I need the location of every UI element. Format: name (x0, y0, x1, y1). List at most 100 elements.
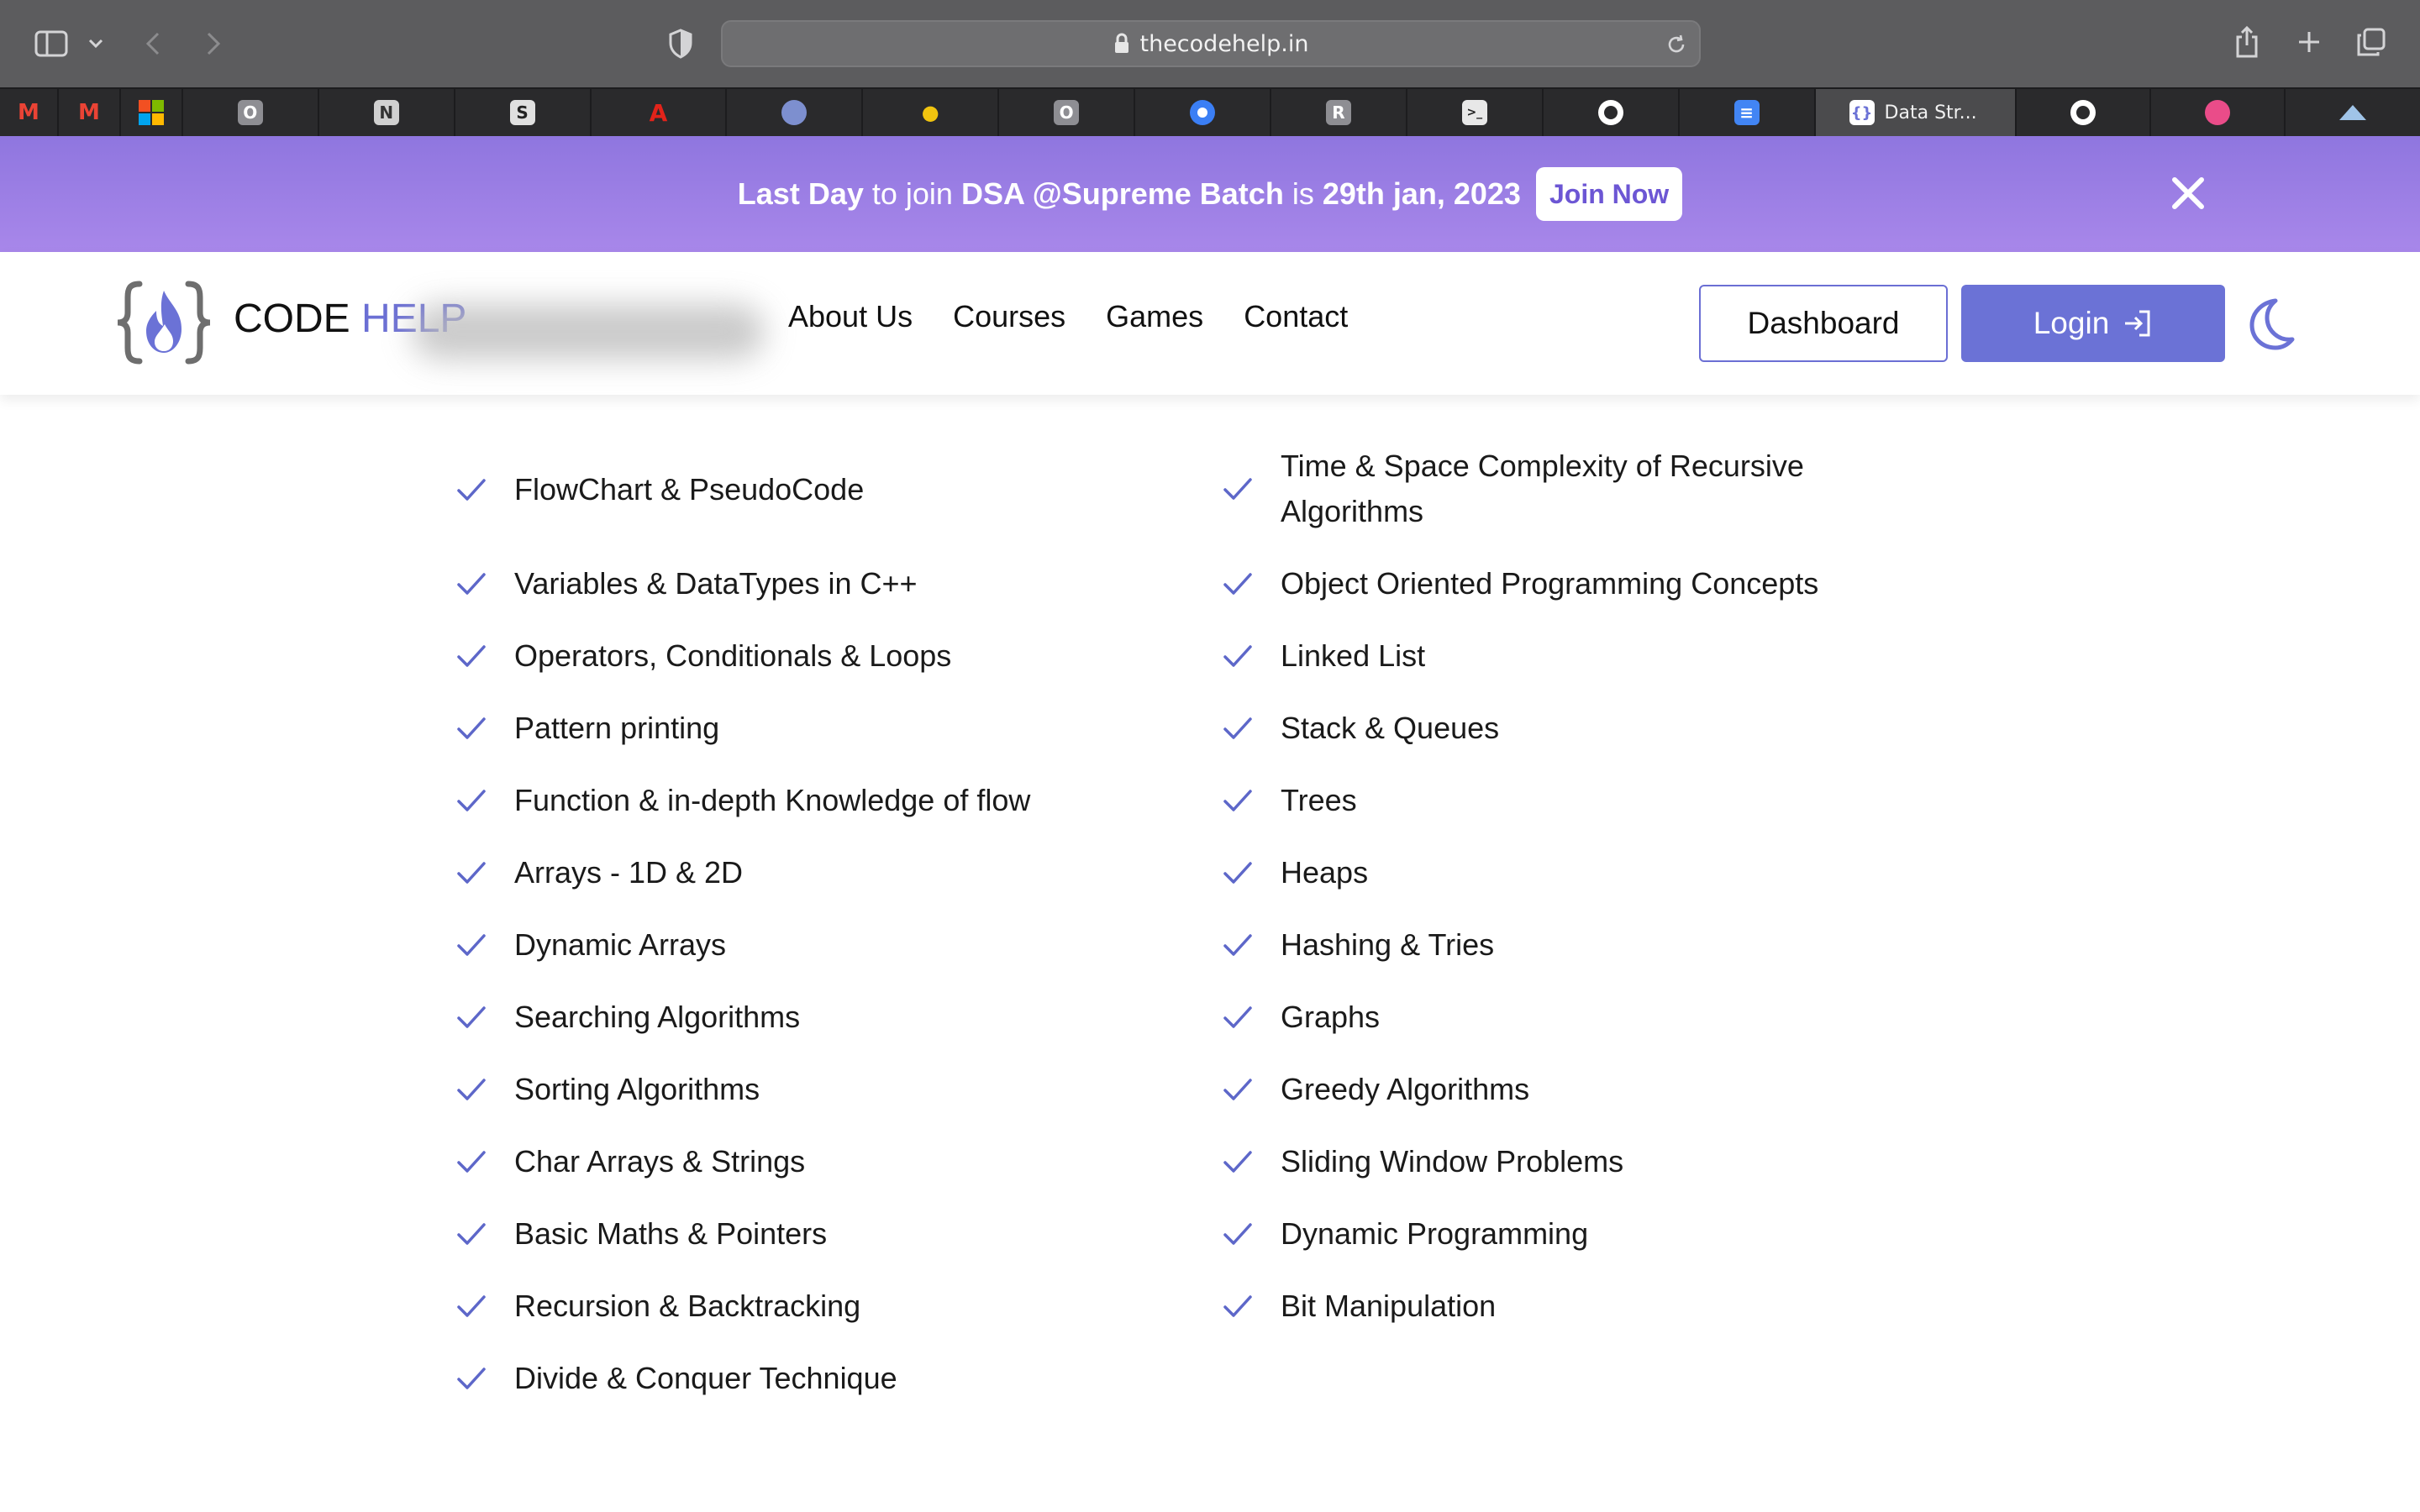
list-item-label: Arrays - 1D & 2D (514, 855, 744, 890)
tab-strip: M M O N S A ● O R >_ ≡ {} Data Str... (0, 87, 2420, 136)
lock-icon (1114, 33, 1128, 53)
tab-9[interactable]: ● (863, 89, 1000, 136)
tab-active-codehelp[interactable]: {} Data Str... (1815, 89, 2018, 136)
list-item: Heaps (1220, 850, 1368, 895)
list-item: Divide & Conquer Technique (454, 1356, 897, 1401)
check-icon (1223, 1079, 1252, 1100)
nav-contact[interactable]: Contact (1244, 299, 1348, 334)
tab-adobe[interactable]: A (592, 89, 728, 136)
nav-courses[interactable]: Courses (953, 299, 1065, 334)
list-item: Operators, Conditionals & Loops (454, 633, 951, 679)
new-tab-icon[interactable] (2294, 27, 2324, 57)
tab-mountain[interactable] (2286, 89, 2420, 136)
tab-6[interactable]: S (455, 89, 592, 136)
grid-app-icon: N (373, 100, 399, 125)
tab-overview-icon[interactable] (2354, 25, 2388, 59)
tab-gmail-2[interactable]: M (59, 89, 121, 136)
nav-about-us[interactable]: About Us (788, 299, 913, 334)
list-item-label: Heaps (1281, 855, 1369, 890)
list-item: Dynamic Programming (1220, 1211, 1588, 1257)
join-now-button[interactable]: Join Now (1535, 167, 1683, 221)
lightbulb-icon: ● (921, 101, 939, 124)
list-item: Sorting Algorithms (454, 1067, 760, 1112)
banner-message: Last Day to join DSA @Supreme Batch is 2… (737, 176, 1521, 211)
tab-microsoft[interactable] (121, 89, 183, 136)
tab-github[interactable] (1544, 89, 1680, 136)
url-text: thecodehelp.in (1139, 30, 1309, 57)
moon-icon[interactable] (2242, 296, 2297, 351)
check-icon (1223, 790, 1252, 811)
tab-4[interactable]: O (183, 89, 319, 136)
list-item-label: Sliding Window Problems (1281, 1144, 1624, 1179)
list-item: Time & Space Complexity of Recursive Alg… (1220, 444, 1860, 534)
check-icon (457, 479, 486, 501)
dribbble-icon (2205, 100, 2231, 125)
terminal-icon: >_ (1461, 100, 1487, 125)
tab-13[interactable]: >_ (1407, 89, 1544, 136)
list-item: Arrays - 1D & 2D (454, 850, 743, 895)
check-icon (457, 1295, 486, 1317)
list-item-label: FlowChart & PseudoCode (514, 472, 865, 507)
o-app-icon: O (237, 100, 263, 125)
login-arrow-icon (2125, 310, 2150, 337)
browser-toolbar: thecodehelp.in (0, 0, 2420, 87)
list-item-label: Object Oriented Programming Concepts (1281, 566, 1819, 601)
list-item-label: Sorting Algorithms (514, 1072, 760, 1106)
check-icon (457, 790, 486, 811)
gmail-icon: M (18, 100, 39, 125)
login-button[interactable]: Login (1961, 285, 2225, 362)
check-icon (1223, 1295, 1252, 1317)
list-item-label: Char Arrays & Strings (514, 1144, 806, 1179)
list-item-label: Graphs (1281, 1000, 1381, 1034)
site-header: CODE HELP About Us Courses Games Contact… (0, 252, 2420, 395)
list-item-label: Searching Algorithms (514, 1000, 801, 1034)
reload-icon[interactable] (1665, 34, 1687, 55)
sidebar-toggle-icon[interactable] (32, 25, 71, 62)
check-icon (1223, 717, 1252, 739)
list-item-label: Bit Manipulation (1281, 1289, 1497, 1323)
check-icon (1223, 934, 1252, 956)
tab-8[interactable] (727, 89, 864, 136)
list-item: Function & in-depth Knowledge of flow (454, 778, 1030, 823)
privacy-shield-icon[interactable] (666, 27, 696, 60)
list-item: Greedy Algorithms (1220, 1067, 1529, 1112)
list-item-label: Trees (1281, 783, 1357, 817)
blurred-region (412, 304, 765, 360)
list-item: Basic Maths & Pointers (454, 1211, 827, 1257)
list-item-label: Recursion & Backtracking (514, 1289, 861, 1323)
chevron-down-icon[interactable] (84, 32, 108, 55)
tab-dribbble[interactable] (2151, 89, 2286, 136)
codehelp-logo-icon[interactable] (114, 277, 213, 368)
tab-5[interactable]: N (319, 89, 455, 136)
globe-seal-icon (781, 100, 808, 125)
check-icon (457, 717, 486, 739)
nav-games[interactable]: Games (1106, 299, 1203, 334)
list-item-label: Linked List (1281, 638, 1426, 673)
url-bar[interactable]: thecodehelp.in (721, 20, 1701, 67)
check-icon (457, 1079, 486, 1100)
list-item-label: Pattern printing (514, 711, 720, 745)
forward-icon[interactable] (198, 25, 229, 62)
list-item: Searching Algorithms (454, 995, 800, 1040)
tab-docs[interactable]: ≡ (1680, 89, 1816, 136)
tab-11[interactable] (1135, 89, 1271, 136)
promo-banner: Last Day to join DSA @Supreme Batch is 2… (0, 136, 2420, 252)
check-icon (457, 1223, 486, 1245)
tab-12[interactable]: R (1271, 89, 1407, 136)
tab-10[interactable]: O (999, 89, 1136, 136)
github-icon (1597, 100, 1623, 125)
tab-github-2[interactable] (2017, 89, 2152, 136)
share-icon[interactable] (2232, 22, 2262, 62)
list-item: Graphs (1220, 995, 1380, 1040)
check-icon (1223, 1006, 1252, 1028)
codehelp-favicon: {} (1849, 100, 1875, 125)
close-icon[interactable] (2168, 173, 2208, 213)
list-item: Stack & Queues (1220, 706, 1499, 751)
back-icon[interactable] (138, 25, 168, 62)
tab-gmail[interactable]: M (0, 89, 59, 136)
main-nav: About Us Courses Games Contact (788, 299, 1348, 334)
docs-icon: ≡ (1733, 100, 1760, 125)
dashboard-button[interactable]: Dashboard (1699, 285, 1948, 362)
mountain-icon (2339, 105, 2367, 120)
list-item: Variables & DataTypes in C++ (454, 561, 918, 606)
